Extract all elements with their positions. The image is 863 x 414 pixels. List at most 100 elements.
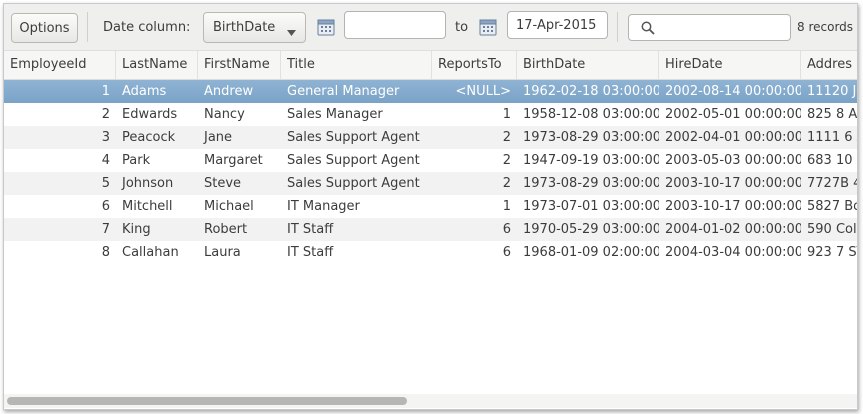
date-column-dropdown[interactable]: BirthDate [203, 12, 306, 43]
calendar-icon[interactable] [479, 18, 497, 36]
column-header-lastname[interactable]: LastName [116, 51, 198, 79]
cell-birthdate: 1968-01-09 02:00:00 [523, 245, 659, 260]
window: Options Date column: BirthDate to 17-Apr… [3, 3, 858, 410]
cell-title: Sales Support Agent [287, 153, 420, 168]
column-header-birthdate[interactable]: BirthDate [517, 51, 659, 79]
cell-firstname: Nancy [204, 107, 245, 122]
cell-birthdate: 1970-05-29 03:00:00 [523, 222, 659, 237]
table-row[interactable]: 3 Peacock Jane Sales Support Agent 2 1973-08-… [4, 126, 857, 149]
cell-employeeid: 5 [101, 176, 110, 191]
cell-reportsto: 2 [502, 153, 511, 168]
table-row[interactable]: 6 Mitchell Michael IT Manager 1 1973-07-01 03… [4, 195, 857, 218]
cell-employeeid: 2 [101, 107, 110, 122]
column-header-reportsto[interactable]: ReportsTo [432, 51, 517, 79]
table-row[interactable]: 2 Edwards Nancy Sales Manager 1 1958-12-08 03… [4, 103, 857, 126]
cell-lastname: Adams [122, 84, 167, 99]
cell-address: 1111 6 A [807, 130, 857, 145]
cell-hiredate: 2002-05-01 00:00:00 [665, 107, 801, 122]
cell-address: 7727B 4 [807, 176, 857, 191]
cell-title: Sales Manager [287, 107, 383, 122]
cell-reportsto: 6 [502, 245, 511, 260]
cell-employeeid: 4 [101, 153, 110, 168]
table-row[interactable]: 4 Park Margaret Sales Support Agent 2 1947-09… [4, 149, 857, 172]
toolbar-separator [87, 12, 88, 42]
cell-hiredate: 2002-04-01 00:00:00 [665, 130, 801, 145]
cell-reportsto: 2 [502, 176, 511, 191]
cell-hiredate: 2004-01-02 00:00:00 [665, 222, 801, 237]
cell-lastname: Callahan [122, 245, 179, 260]
cell-title: IT Staff [287, 222, 334, 237]
cell-firstname: Margaret [204, 153, 263, 168]
table-row[interactable]: 8 Callahan Laura IT Staff 6 1968-01-09 02:00:… [4, 241, 857, 264]
cell-address: 11120 J [807, 84, 857, 99]
column-header-address[interactable]: Addres [801, 51, 857, 79]
cell-firstname: Michael [204, 199, 254, 214]
cell-hiredate: 2003-05-03 00:00:00 [665, 153, 801, 168]
cell-hiredate: 2003-10-17 00:00:00 [665, 199, 801, 214]
cell-title: Sales Support Agent [287, 176, 420, 191]
cell-hiredate: 2004-03-04 00:00:00 [665, 245, 801, 260]
cell-title: IT Manager [287, 199, 360, 214]
from-date-input[interactable] [344, 11, 446, 39]
table-row[interactable]: 1 Adams Andrew General Manager <NULL> 1962-02… [4, 80, 857, 103]
column-header-title[interactable]: Title [281, 51, 432, 79]
data-grid[interactable]: EmployeeId LastName FirstName Title Repo… [4, 51, 857, 393]
cell-lastname: Johnson [122, 176, 174, 191]
table-row[interactable]: 5 Johnson Steve Sales Support Agent 2 1973-08… [4, 172, 857, 195]
cell-lastname: Park [122, 153, 151, 168]
cell-address: 683 10 S [807, 153, 857, 168]
column-header-hiredate[interactable]: HireDate [659, 51, 801, 79]
cell-title: General Manager [287, 84, 400, 99]
cell-firstname: Steve [204, 176, 242, 191]
cell-birthdate: 1973-08-29 03:00:00 [523, 130, 659, 145]
cell-lastname: Edwards [122, 107, 178, 122]
cell-birthdate: 1962-02-18 03:00:00 [523, 84, 659, 99]
cell-hiredate: 2003-10-17 00:00:00 [665, 176, 801, 191]
to-date-input[interactable]: 17-Apr-2015 [507, 11, 608, 39]
toolbar-separator [617, 12, 618, 42]
scrollbar-thumb[interactable] [7, 397, 407, 405]
cell-birthdate: 1973-07-01 03:00:00 [523, 199, 659, 214]
calendar-icon[interactable] [317, 18, 335, 36]
chevron-down-icon [287, 25, 296, 40]
search-icon [641, 21, 655, 39]
cell-employeeid: 6 [101, 199, 110, 214]
cell-birthdate: 1958-12-08 03:00:00 [523, 107, 659, 122]
table-row[interactable]: 7 King Robert IT Staff 6 1970-05-29 03:00:00 2… [4, 218, 857, 241]
grid-header: EmployeeId LastName FirstName Title Repo… [4, 51, 857, 80]
cell-title: IT Staff [287, 245, 334, 260]
column-header-employeeid[interactable]: EmployeeId [4, 51, 116, 79]
cell-address: 5827 Bo [807, 199, 857, 214]
cell-address: 590 Col [807, 222, 857, 237]
search-input[interactable] [628, 14, 791, 41]
cell-title: Sales Support Agent [287, 130, 420, 145]
cell-reportsto: 2 [502, 130, 511, 145]
cell-employeeid: 8 [101, 245, 110, 260]
records-count: 8 records [797, 20, 854, 34]
cell-address: 825 8 A [807, 107, 857, 122]
cell-firstname: Laura [204, 245, 241, 260]
cell-reportsto: 1 [502, 107, 511, 122]
cell-lastname: Peacock [122, 130, 176, 145]
cell-employeeid: 7 [101, 222, 110, 237]
cell-birthdate: 1947-09-19 03:00:00 [523, 153, 659, 168]
horizontal-scrollbar[interactable] [4, 394, 857, 408]
date-column-value: BirthDate [213, 20, 276, 35]
cell-address: 923 7 ST [807, 245, 857, 260]
cell-employeeid: 3 [101, 130, 110, 145]
cell-reportsto: <NULL> [455, 84, 511, 99]
cell-firstname: Jane [204, 130, 233, 145]
column-header-firstname[interactable]: FirstName [198, 51, 281, 79]
options-button[interactable]: Options [11, 13, 78, 43]
cell-firstname: Robert [204, 222, 248, 237]
date-column-label: Date column: [103, 20, 191, 35]
cell-reportsto: 6 [502, 222, 511, 237]
cell-lastname: King [122, 222, 151, 237]
cell-reportsto: 1 [502, 199, 511, 214]
cell-lastname: Mitchell [122, 199, 173, 214]
cell-firstname: Andrew [204, 84, 254, 99]
cell-birthdate: 1973-08-29 03:00:00 [523, 176, 659, 191]
cell-hiredate: 2002-08-14 00:00:00 [665, 84, 801, 99]
toolbar: Options Date column: BirthDate to 17-Apr… [4, 4, 857, 51]
to-label: to [455, 20, 469, 35]
